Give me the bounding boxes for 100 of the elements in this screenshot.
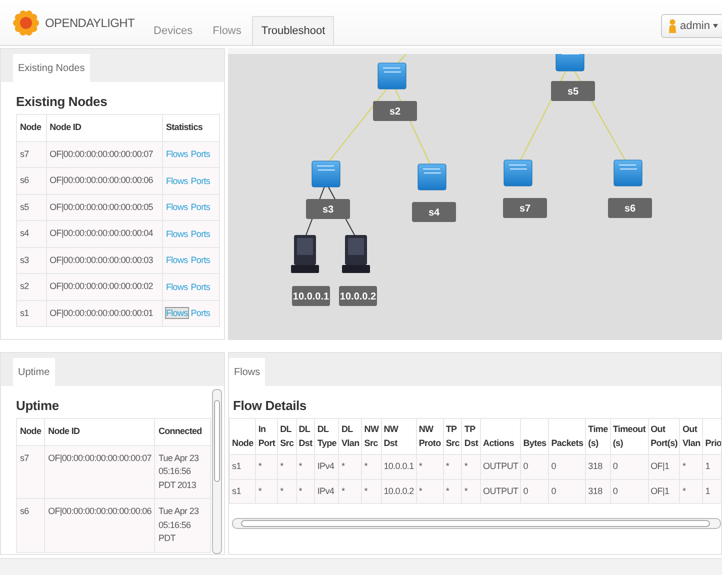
table-cell: s2 xyxy=(16,274,46,300)
table-cell: 0 xyxy=(610,479,648,504)
column-header: Connected xyxy=(154,418,210,445)
switch-icon[interactable] xyxy=(418,164,446,190)
column-header: Actions xyxy=(480,418,521,454)
flows-link[interactable]: Flows xyxy=(166,228,188,239)
table-cell: * xyxy=(416,479,444,504)
table-cell: s6 xyxy=(16,498,45,552)
table-cell: * xyxy=(680,454,703,479)
table-cell: s1 xyxy=(230,454,256,479)
table-cell: s1 xyxy=(16,300,46,326)
ports-link[interactable]: Ports xyxy=(190,255,210,266)
switch-icon[interactable] xyxy=(378,62,406,90)
panel-tab[interactable]: Flows xyxy=(229,358,266,386)
table-cell: OF|00:00:00:00:00:00:00:02 xyxy=(46,274,162,300)
nav-tab[interactable]: Flows xyxy=(204,16,250,45)
nav-tab[interactable]: Troubleshoot xyxy=(252,16,334,45)
node-label: s4 xyxy=(412,202,456,222)
table-cell: * xyxy=(278,479,296,504)
table-cell: Tue Apr 23 05:16:56 PDT 2013 xyxy=(154,445,210,498)
flows-link[interactable]: Flows xyxy=(166,308,188,318)
table-cell: IPv4 xyxy=(314,454,339,479)
column-header: Bytes xyxy=(520,418,549,454)
flows-link[interactable]: Flows xyxy=(166,255,188,266)
link-line xyxy=(398,54,406,64)
flows-link[interactable]: Flows xyxy=(166,176,188,186)
flows-link[interactable]: Flows xyxy=(166,282,188,292)
table-cell: 0 xyxy=(520,454,549,479)
table-cell: 1 xyxy=(702,479,721,504)
column-header: Timeout (s) xyxy=(610,418,648,454)
table-cell: 1 xyxy=(702,454,721,479)
table-cell: 318 xyxy=(586,454,610,479)
flower-logo xyxy=(12,8,40,38)
column-header: NW Proto xyxy=(416,418,444,454)
table-cell: IPv4 xyxy=(314,479,339,504)
panel-tab[interactable]: Uptime xyxy=(13,358,55,386)
panel-tab[interactable]: Existing Nodes xyxy=(13,54,90,82)
table-cell: * xyxy=(278,454,296,479)
column-header: TP Src xyxy=(443,418,462,454)
ports-link[interactable]: Ports xyxy=(190,308,210,318)
ports-link[interactable]: Ports xyxy=(190,282,210,292)
flows-link[interactable]: Flows xyxy=(166,149,188,160)
table-cell: * xyxy=(443,454,462,479)
table-cell: * xyxy=(296,479,315,504)
table-cell: OF|1 xyxy=(648,454,680,479)
table-cell: 0 xyxy=(610,454,648,479)
table-cell: * xyxy=(416,454,444,479)
table-cell: * xyxy=(443,479,462,504)
ports-link[interactable]: Ports xyxy=(190,202,210,212)
scrollbar[interactable] xyxy=(212,389,222,554)
switch-icon[interactable] xyxy=(614,160,642,186)
column-header: In Port xyxy=(256,418,278,454)
node-label: s2 xyxy=(373,101,417,121)
table-cell: 0 xyxy=(520,479,549,504)
user-icon xyxy=(668,18,678,32)
table-cell: OF|00:00:00:00:00:00:00:03 xyxy=(46,247,162,274)
scrollbar[interactable] xyxy=(232,518,721,529)
computer-icon[interactable] xyxy=(291,235,319,273)
table-cell: OF|00:00:00:00:00:00:00:07 xyxy=(46,141,162,168)
table-cell: OF|1 xyxy=(648,479,680,504)
table-cell: OF|00:00:00:00:00:00:00:07 xyxy=(44,445,155,498)
flows-link[interactable]: Flows xyxy=(166,202,188,212)
table-cell: * xyxy=(256,479,278,504)
panel-title: Existing Nodes xyxy=(16,94,108,109)
switch-icon[interactable] xyxy=(504,160,532,186)
node-label: s6 xyxy=(608,198,652,218)
table-cell: OF|00:00:00:00:00:00:00:06 xyxy=(46,168,162,194)
table-cell: * xyxy=(296,454,315,479)
table-cell: * xyxy=(462,479,481,504)
switch-icon[interactable] xyxy=(312,160,340,188)
table-cell: 318 xyxy=(586,479,610,504)
table-cell: 10.0.0.1 xyxy=(381,454,416,479)
column-header: DL Vlan xyxy=(338,418,362,454)
table-cell: s6 xyxy=(16,168,46,194)
node-label: 10.0.0.2 xyxy=(339,286,377,306)
nav-tab[interactable]: Devices xyxy=(144,16,202,45)
table-cell: * xyxy=(362,479,382,504)
table-cell: * xyxy=(680,479,703,504)
table-cell: s7 xyxy=(16,445,45,498)
column-header: NW Src xyxy=(362,418,382,454)
column-header: Out Vlan xyxy=(680,418,703,454)
node-label: 10.0.0.1 xyxy=(292,286,330,306)
column-header: Packets xyxy=(548,418,586,454)
ports-link[interactable]: Ports xyxy=(190,176,210,186)
table-cell: OF|00:00:00:00:00:00:00:06 xyxy=(44,498,155,552)
table-cell: 0 xyxy=(548,479,586,504)
table-cell: s1 xyxy=(230,479,256,504)
user-menu-button[interactable]: admin xyxy=(661,14,722,38)
caret-icon xyxy=(713,24,718,28)
table-cell: OUTPUT xyxy=(480,479,521,504)
switch-icon[interactable] xyxy=(556,54,584,72)
table-cell: Tue Apr 23 05:16:56 PDT xyxy=(154,498,210,552)
table-cell: * xyxy=(338,454,362,479)
table-cell: * xyxy=(256,454,278,479)
ports-link[interactable]: Ports xyxy=(190,228,210,239)
column-header: Node xyxy=(16,418,45,445)
column-header: Prio xyxy=(702,418,721,454)
column-header: NW Dst xyxy=(381,418,416,454)
ports-link[interactable]: Ports xyxy=(190,149,210,160)
computer-icon[interactable] xyxy=(342,235,370,273)
